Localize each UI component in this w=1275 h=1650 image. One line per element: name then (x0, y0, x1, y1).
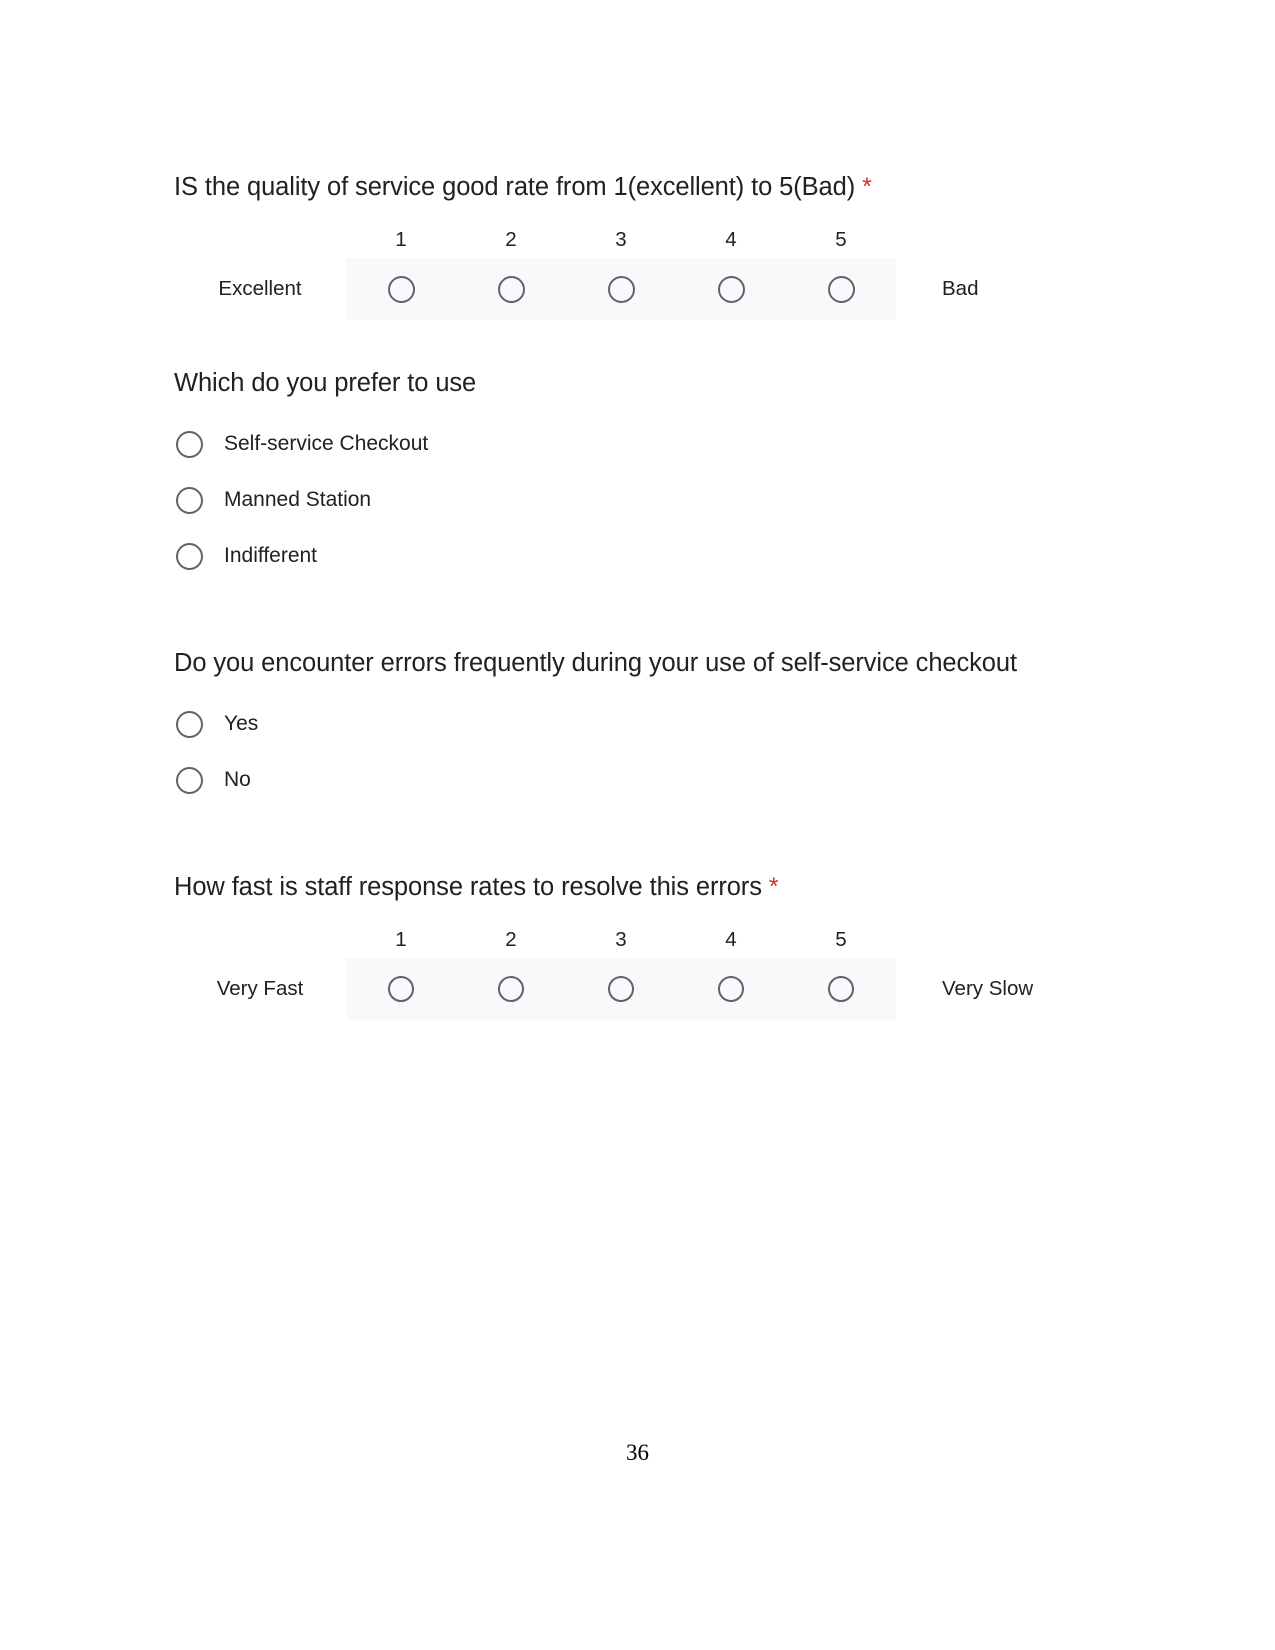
radio-button-icon[interactable] (718, 976, 744, 1002)
scale-number-3: 3 (615, 928, 627, 951)
question-prefer-to-use: Which do you prefer to use Self-service … (174, 364, 1114, 584)
radio-button-icon[interactable] (176, 542, 203, 570)
document-page: IS the quality of service good rate from… (0, 0, 1275, 1650)
question-title: Do you encounter errors frequently durin… (174, 649, 1017, 677)
scale-low-label: Very Fast (216, 977, 304, 1000)
radio-button-icon[interactable] (497, 275, 525, 303)
question-service-quality: IS the quality of service good rate from… (174, 168, 1114, 320)
scale-number-2: 2 (505, 928, 517, 951)
required-asterisk: * (862, 173, 872, 201)
scale-number-cell: 3 (566, 222, 676, 258)
scale-number-band: 1 2 3 4 5 (346, 922, 896, 958)
scale-number-4: 4 (725, 928, 737, 951)
scale-number-cell: 4 (676, 222, 786, 258)
scale-option-2[interactable] (456, 958, 566, 1020)
question-errors-frequency: Do you encounter errors frequently durin… (174, 644, 1114, 808)
radio-button-icon[interactable] (176, 710, 203, 738)
radio-button-icon[interactable] (387, 275, 415, 303)
scale-number-2: 2 (505, 228, 517, 251)
scale-option-3[interactable] (566, 258, 676, 320)
radio-button-icon[interactable] (828, 976, 854, 1002)
scale-option-5[interactable] (786, 958, 896, 1020)
radio-button-icon[interactable] (827, 275, 855, 303)
scale-low-label: Excellent (218, 277, 302, 300)
scale-option-4[interactable] (676, 958, 786, 1020)
scale-header-row: 1 2 3 4 5 (174, 922, 1114, 958)
scale-option-5[interactable] (786, 258, 896, 320)
question-title: IS the quality of service good rate from… (174, 168, 1114, 206)
scale-number-band: 1 2 3 4 5 (346, 222, 896, 258)
radio-button-icon[interactable] (176, 486, 203, 514)
scale-option-band (346, 258, 896, 320)
required-asterisk: * (768, 873, 779, 901)
radio-button-icon[interactable] (607, 275, 635, 303)
radio-button-icon[interactable] (176, 430, 203, 458)
scale-number-cell: 5 (786, 922, 896, 958)
option-label: Yes (224, 712, 259, 736)
linear-scale-staff-response: 1 2 3 4 5 Very Fast Very Slow (174, 922, 1114, 1020)
option-list: Self-service Checkout Manned Station Ind… (174, 416, 1114, 584)
option-self-service-checkout[interactable]: Self-service Checkout (174, 416, 1114, 472)
radio-button-icon[interactable] (388, 976, 414, 1002)
scale-number-3: 3 (615, 228, 627, 251)
scale-option-1[interactable] (346, 958, 456, 1020)
scale-number-cell: 2 (456, 222, 566, 258)
option-label: Manned Station (224, 488, 372, 512)
option-label: Self-service Checkout (224, 432, 429, 456)
scale-number-5: 5 (835, 928, 847, 951)
scale-number-cell: 4 (676, 922, 786, 958)
scale-number-cell: 3 (566, 922, 676, 958)
scale-number-cell: 2 (456, 922, 566, 958)
page-number: 36 (626, 1440, 649, 1465)
scale-number-cell: 1 (346, 922, 456, 958)
radio-button-icon[interactable] (498, 976, 524, 1002)
form-body: IS the quality of service good rate from… (174, 168, 1114, 1020)
question-title: How fast is staff response rates to reso… (174, 868, 1114, 906)
scale-radio-row: Excellent Bad (174, 258, 1114, 320)
scale-number-cell: 5 (786, 222, 896, 258)
radio-button-icon[interactable] (176, 766, 203, 794)
question-title-text: IS the quality of service good rate from… (174, 173, 856, 201)
radio-button-icon[interactable] (717, 275, 745, 303)
scale-number-5: 5 (835, 228, 847, 251)
option-no[interactable]: No (174, 752, 1114, 808)
radio-button-icon[interactable] (608, 976, 634, 1002)
scale-option-2[interactable] (456, 258, 566, 320)
option-label: No (224, 768, 251, 792)
question-title-text: How fast is staff response rates to reso… (174, 873, 762, 901)
option-list: Yes No (174, 696, 1114, 808)
scale-number-1: 1 (395, 228, 407, 251)
scale-option-3[interactable] (566, 958, 676, 1020)
scale-option-1[interactable] (346, 258, 456, 320)
question-title: Which do you prefer to use (174, 364, 1114, 402)
scale-number-cell: 1 (346, 222, 456, 258)
scale-number-4: 4 (725, 228, 737, 251)
scale-option-band (346, 958, 896, 1020)
option-label: Indifferent (224, 544, 318, 568)
scale-option-4[interactable] (676, 258, 786, 320)
scale-number-1: 1 (395, 928, 407, 951)
option-manned-station[interactable]: Manned Station (174, 472, 1114, 528)
option-yes[interactable]: Yes (174, 696, 1114, 752)
scale-high-label: Very Slow (942, 977, 1034, 1000)
scale-radio-row: Very Fast Very Slow (174, 958, 1114, 1020)
scale-header-row: 1 2 3 4 5 (174, 222, 1114, 258)
question-staff-response: How fast is staff response rates to reso… (174, 868, 1114, 1020)
option-indifferent[interactable]: Indifferent (174, 528, 1114, 584)
scale-high-label: Bad (942, 277, 979, 300)
linear-scale-service-quality: 1 2 3 4 5 Excellent Bad (174, 222, 1114, 320)
question-title-text: Which do you prefer to use (174, 369, 477, 397)
